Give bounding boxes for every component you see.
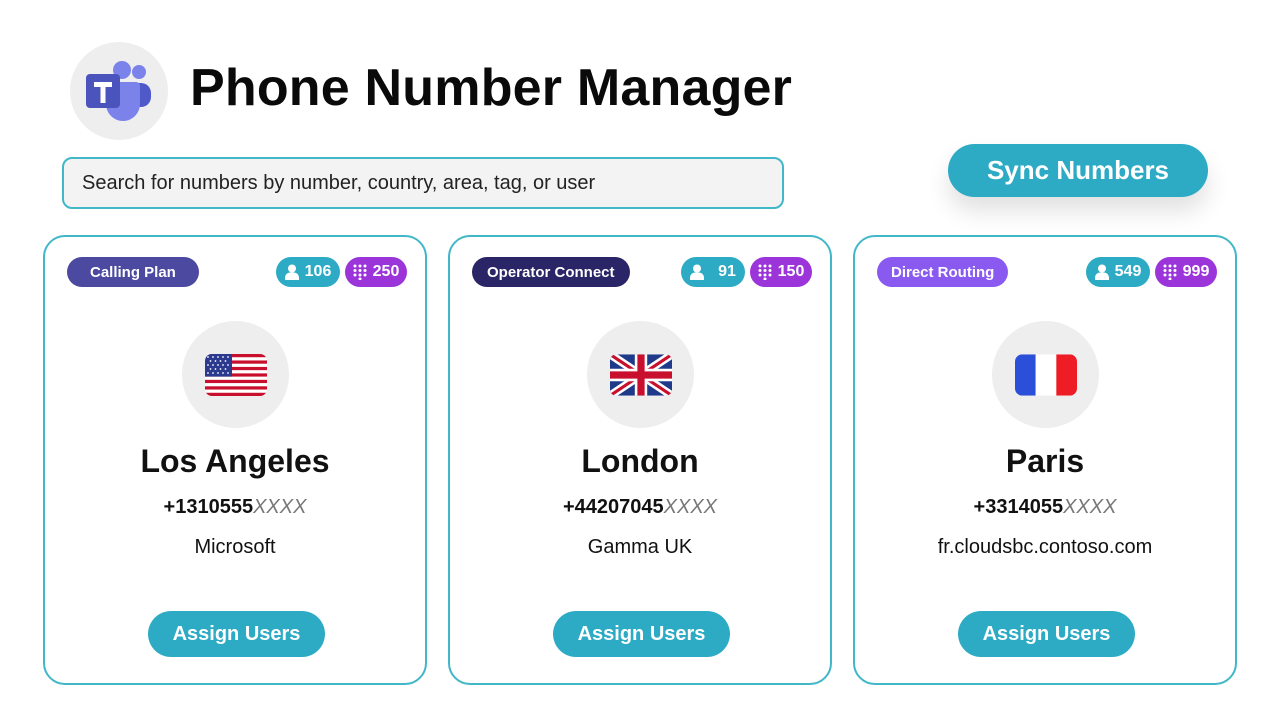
number-mask: XXXX xyxy=(1063,496,1117,518)
teams-logo xyxy=(70,42,168,140)
search-box[interactable] xyxy=(62,157,784,209)
dialpad-icon xyxy=(353,264,367,280)
assign-users-button[interactable]: Assign Users xyxy=(148,611,325,657)
numbers-count-badge: 250 xyxy=(345,257,407,287)
flag-container xyxy=(992,321,1099,428)
provider-name: fr.cloudsbc.contoso.com xyxy=(937,536,1153,558)
user-icon xyxy=(690,264,705,280)
users-count: 549 xyxy=(1114,263,1142,280)
number-prefix: +3314055 xyxy=(973,496,1064,518)
user-icon xyxy=(1094,264,1109,280)
type-badge: Direct Routing xyxy=(877,257,1009,287)
us-flag-icon xyxy=(204,353,267,396)
numbers-count: 999 xyxy=(1182,263,1210,280)
phone-number: +1310555XXXX xyxy=(45,496,425,519)
dialpad-icon xyxy=(758,264,772,280)
app-title: Phone Number Manager xyxy=(190,59,793,117)
type-badge: Calling Plan xyxy=(67,257,199,287)
numbers-count-badge: 150 xyxy=(750,257,812,287)
users-count: 91 xyxy=(718,263,736,280)
phone-number: +44207045XXXX xyxy=(450,496,830,519)
number-card-los-angeles[interactable]: Calling Plan 106 250 Los Angeles +131055… xyxy=(43,235,427,685)
provider-name: Gamma UK xyxy=(587,536,693,558)
number-mask: XXXX xyxy=(253,496,307,518)
sync-numbers-button[interactable]: Sync Numbers xyxy=(948,144,1208,197)
numbers-count: 250 xyxy=(372,263,400,280)
dialpad-icon xyxy=(1163,264,1177,280)
number-mask: XXXX xyxy=(663,496,718,518)
provider-name: Microsoft xyxy=(194,536,276,558)
assign-users-button[interactable]: Assign Users xyxy=(553,611,730,657)
users-count: 106 xyxy=(304,263,332,280)
flag-container xyxy=(182,321,289,428)
phone-number: +3314055XXXX xyxy=(855,496,1235,519)
number-prefix: +1310555 xyxy=(163,496,254,518)
users-count-badge: 549 xyxy=(1086,257,1150,287)
user-icon xyxy=(284,264,299,280)
flag-container xyxy=(587,321,694,428)
numbers-count-badge: 999 xyxy=(1155,257,1217,287)
france-flag-icon xyxy=(1014,353,1077,396)
teams-logo-icon xyxy=(86,61,151,121)
search-input[interactable] xyxy=(82,171,764,195)
assign-users-button[interactable]: Assign Users xyxy=(958,611,1135,657)
users-count-badge: 91 xyxy=(681,257,745,287)
number-card-london[interactable]: Operator Connect 91 150 London +44207045… xyxy=(448,235,832,685)
users-count-badge: 106 xyxy=(276,257,340,287)
city-name: Paris xyxy=(1005,443,1085,479)
numbers-count: 150 xyxy=(777,263,805,280)
type-badge: Operator Connect xyxy=(472,257,630,287)
city-name: London xyxy=(581,443,699,479)
uk-flag-icon xyxy=(609,353,672,396)
number-card-paris[interactable]: Direct Routing 549 999 Paris +3314055XXX… xyxy=(853,235,1237,685)
city-name: Los Angeles xyxy=(140,443,330,479)
number-prefix: +44207045 xyxy=(562,496,664,518)
